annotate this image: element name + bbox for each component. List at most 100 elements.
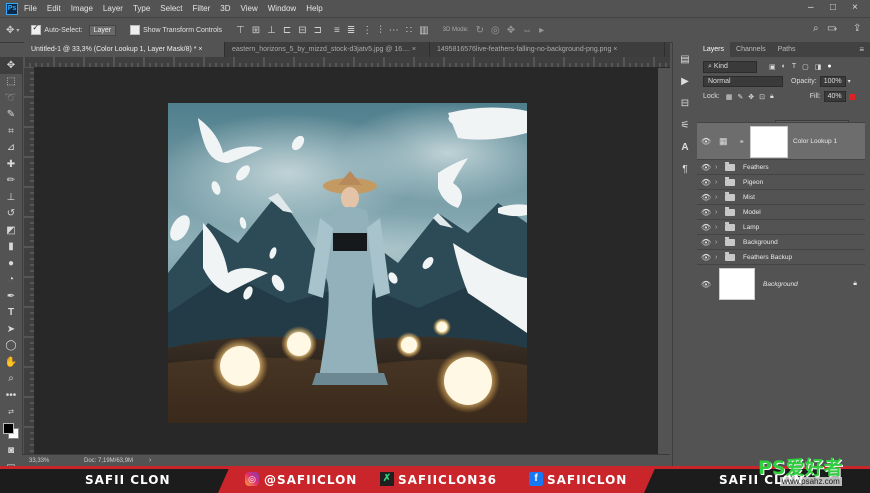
blend-mode-dropdown[interactable]: Normal	[703, 76, 783, 87]
layer-row-model[interactable]: 👁︎ › Model	[697, 204, 865, 220]
visibility-eye-icon[interactable]: 👁︎	[697, 253, 715, 262]
filter-adjustment-icon[interactable]: ◐	[782, 63, 786, 70]
layer-row-background-group[interactable]: 👁︎ › Background	[697, 234, 865, 250]
tab-eastern-horizons[interactable]: eastern_horizons_5_by_mizzd_stock-d3jatv…	[225, 42, 430, 57]
eraser-tool-icon[interactable]: ◩	[0, 222, 22, 239]
transform-controls-checkbox[interactable]	[130, 25, 141, 35]
menu-select[interactable]: Select	[160, 4, 182, 13]
clone-stamp-tool-icon[interactable]: ⊥	[0, 189, 22, 206]
align-bottom-icon[interactable]: ⊥	[267, 25, 276, 36]
chevron-right-icon[interactable]: ›	[715, 254, 723, 261]
fill-input[interactable]: 40%	[823, 91, 846, 102]
tab-layers[interactable]: Layers	[697, 42, 731, 57]
filter-kind-dropdown[interactable]: ⌕ Kind	[703, 60, 757, 73]
gradient-tool-icon[interactable]: ▮	[0, 239, 22, 256]
filter-smart-object-icon[interactable]: ◨	[815, 63, 822, 71]
lock-image-icon[interactable]: ✎	[737, 93, 743, 101]
zoom-level[interactable]: 33,33%	[29, 458, 49, 464]
distribute-2-icon[interactable]: ≣	[347, 25, 355, 36]
chevron-right-icon[interactable]: ›	[715, 239, 723, 246]
align-right-icon[interactable]: ⊐	[314, 25, 322, 36]
share-icon[interactable]: ⇪	[853, 23, 861, 34]
chevron-down-icon[interactable]: ▾	[16, 27, 19, 34]
tab-close-icon[interactable]: ×	[198, 46, 202, 53]
chevron-right-icon[interactable]: ›	[715, 224, 723, 231]
filter-type-icon[interactable]: T	[792, 63, 796, 70]
green-app-icon[interactable]: ✗	[380, 472, 394, 486]
layer-row-feathers[interactable]: 👁︎ › Feathers	[697, 159, 865, 175]
visibility-eye-icon[interactable]: 👁︎	[697, 208, 715, 217]
move-tool-icon[interactable]: ✥	[6, 25, 14, 36]
distribute-3-icon[interactable]: ⋮	[362, 25, 372, 36]
document-canvas-image[interactable]	[168, 103, 527, 423]
align-center-icon[interactable]: ⊟	[298, 25, 306, 36]
crop-tool-icon[interactable]: ⌗	[0, 123, 22, 140]
hand-tool-icon[interactable]: ✋	[0, 354, 22, 371]
filter-shape-icon[interactable]: ▢	[802, 63, 809, 71]
dodge-tool-icon[interactable]: ◔	[0, 272, 22, 289]
more-tools-icon[interactable]: •••	[0, 387, 22, 404]
tab-close-icon[interactable]: ×	[613, 46, 617, 53]
chevron-right-icon[interactable]: ›	[715, 164, 723, 171]
link-icon[interactable]: ⚭	[739, 138, 745, 146]
eyedropper-tool-icon[interactable]: ⊿	[0, 140, 22, 157]
pen-tool-icon[interactable]: ✒	[0, 288, 22, 305]
blur-tool-icon[interactable]: ●	[0, 255, 22, 272]
character-panel-icon[interactable]: A	[673, 136, 697, 158]
layer-row-mist[interactable]: 👁︎ › Mist	[697, 189, 865, 205]
quick-mask-icon[interactable]: ◙	[0, 442, 22, 459]
opacity-input[interactable]: 100%	[819, 76, 846, 87]
align-left-icon[interactable]: ⊏	[283, 25, 291, 36]
filter-pixel-icon[interactable]: ▣	[769, 63, 776, 71]
shape-tool-icon[interactable]: ◯	[0, 338, 22, 355]
healing-brush-tool-icon[interactable]: ✚	[0, 156, 22, 173]
marquee-tool-icon[interactable]: ⬚	[0, 74, 22, 91]
align-middle-icon[interactable]: ⊞	[252, 25, 260, 36]
distribute-icon[interactable]: ≡	[334, 25, 340, 36]
layer-row-lamp[interactable]: 👁︎ › Lamp	[697, 219, 865, 235]
menu-layer[interactable]: Layer	[103, 4, 123, 13]
quick-select-tool-icon[interactable]: ✎	[0, 107, 22, 124]
actions-panel-icon[interactable]: ▶	[673, 70, 697, 92]
adjustments-panel-icon[interactable]: ⚟	[673, 114, 697, 136]
distribute-5-icon[interactable]: ⋯	[389, 25, 399, 36]
instagram-icon[interactable]: ◎	[245, 472, 259, 486]
menu-window[interactable]: Window	[268, 4, 296, 13]
path-select-tool-icon[interactable]: ➤	[0, 321, 22, 338]
visibility-eye-icon[interactable]: 👁︎	[697, 223, 715, 232]
visibility-eye-icon[interactable]: 👁︎	[697, 178, 715, 187]
history-panel-icon[interactable]: ▤	[673, 48, 697, 70]
visibility-eye-icon[interactable]: 👁︎	[697, 280, 715, 289]
zoom-tool-icon[interactable]: ⌕	[0, 371, 22, 388]
menu-filter[interactable]: Filter	[193, 4, 211, 13]
visibility-eye-icon[interactable]: 👁︎	[697, 238, 715, 247]
maximize-icon[interactable]: □	[830, 2, 836, 13]
menu-type[interactable]: Type	[133, 4, 150, 13]
3d-pan-icon[interactable]: ✥	[507, 25, 515, 36]
filter-toggle-icon[interactable]: ●	[827, 63, 831, 70]
history-brush-tool-icon[interactable]: ↺	[0, 206, 22, 223]
facebook-icon[interactable]: f	[529, 472, 543, 486]
3d-roll-icon[interactable]: ◎	[491, 25, 500, 36]
green-app-handle[interactable]: SAFIICLON36	[398, 473, 497, 487]
lock-position-icon[interactable]: ✥	[748, 93, 754, 101]
auto-select-dropdown[interactable]: Layer	[88, 24, 117, 36]
tab-close-icon[interactable]: ×	[412, 46, 416, 53]
menu-edit[interactable]: Edit	[47, 4, 61, 13]
opacity-chevron-down-icon[interactable]: ▾	[848, 78, 851, 85]
menu-file[interactable]: File	[24, 4, 37, 13]
menu-3d[interactable]: 3D	[220, 4, 230, 13]
panel-menu-icon[interactable]: ≡	[859, 42, 864, 57]
menu-help[interactable]: Help	[306, 4, 322, 13]
workspace-chevron-down-icon[interactable]: ▾	[834, 26, 837, 33]
3d-rotate-icon[interactable]: ↻	[476, 25, 484, 36]
3d-slide-icon[interactable]: ⇔	[522, 25, 532, 36]
type-tool-icon[interactable]: T	[0, 305, 22, 322]
chevron-right-icon[interactable]: ›	[715, 179, 723, 186]
move-tool-icon[interactable]: ✥	[0, 57, 22, 74]
menu-image[interactable]: Image	[71, 4, 93, 13]
fill-slider-toggle-icon[interactable]	[848, 93, 855, 100]
search-icon[interactable]: ⌕	[813, 23, 819, 34]
distribute-6-icon[interactable]: ∷	[406, 25, 412, 36]
lock-all-icon[interactable]: 🔒︎	[770, 93, 774, 101]
